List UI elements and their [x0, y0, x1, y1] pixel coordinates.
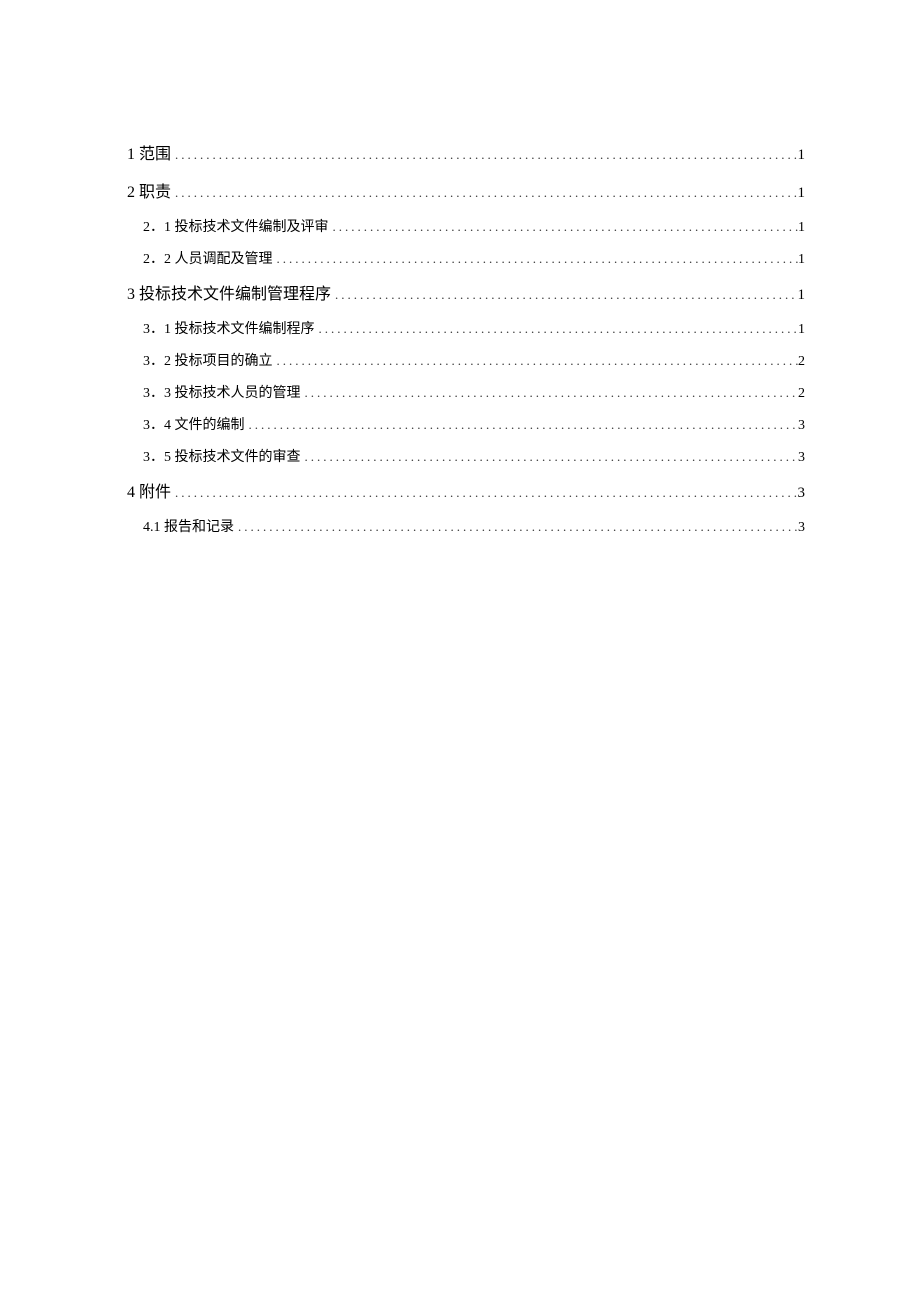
toc-entry: 3．4 文件的编制 3	[115, 414, 805, 434]
toc-label: 2．2 人员调配及管理	[143, 248, 273, 268]
toc-label: 3．5 投标技术文件的审查	[143, 446, 301, 466]
toc-page-number: 1	[798, 147, 806, 164]
toc-page-number: 2	[798, 354, 805, 370]
toc-label: 2 职责	[127, 178, 171, 202]
toc-label: 4 附件	[127, 478, 171, 502]
toc-entry: 2．2 人员调配及管理 1	[115, 248, 805, 268]
toc-entry: 3．2 投标项目的确立 2	[115, 350, 805, 370]
toc-label: 3．2 投标项目的确立	[143, 350, 273, 370]
toc-leader-dots	[329, 219, 799, 235]
toc-leader-dots	[245, 417, 799, 433]
toc-page-number: 3	[798, 418, 805, 434]
toc-leader-dots	[171, 485, 797, 501]
table-of-contents: 1 范围 1 2 职责 1 2．1 投标技术文件编制及评审 1 2．2 人员调配…	[115, 140, 805, 536]
toc-label: 1 范围	[127, 140, 171, 164]
toc-entry: 4 附件 3	[115, 478, 805, 502]
toc-leader-dots	[301, 449, 799, 465]
toc-leader-dots	[301, 385, 799, 401]
toc-page-number: 3	[798, 485, 806, 502]
toc-label: 3．1 投标技术文件编制程序	[143, 318, 315, 338]
toc-leader-dots	[273, 353, 799, 369]
toc-entry: 1 范围 1	[115, 140, 805, 164]
toc-entry: 2．1 投标技术文件编制及评审 1	[115, 216, 805, 236]
toc-page-number: 3	[798, 520, 805, 536]
toc-leader-dots	[171, 185, 797, 201]
toc-leader-dots	[273, 251, 799, 267]
toc-leader-dots	[315, 321, 799, 337]
toc-entry: 3 投标技术文件编制管理程序 1	[115, 280, 805, 304]
toc-leader-dots	[331, 287, 797, 303]
toc-page-number: 1	[798, 252, 805, 268]
toc-label: 3．3 投标技术人员的管理	[143, 382, 301, 402]
toc-label: 3．4 文件的编制	[143, 414, 245, 434]
toc-label: 2．1 投标技术文件编制及评审	[143, 216, 329, 236]
toc-page-number: 2	[798, 386, 805, 402]
toc-entry: 2 职责 1	[115, 178, 805, 202]
toc-page-number: 1	[798, 220, 805, 236]
toc-entry: 4.1 报告和记录 3	[115, 516, 805, 536]
toc-page-number: 3	[798, 450, 805, 466]
toc-entry: 3．3 投标技术人员的管理 2	[115, 382, 805, 402]
toc-entry: 3．5 投标技术文件的审查 3	[115, 446, 805, 466]
toc-label: 3 投标技术文件编制管理程序	[127, 280, 331, 304]
toc-entry: 3．1 投标技术文件编制程序 1	[115, 318, 805, 338]
toc-page-number: 1	[798, 322, 805, 338]
toc-leader-dots	[234, 519, 798, 535]
toc-leader-dots	[171, 147, 797, 163]
toc-label: 4.1 报告和记录	[143, 516, 234, 536]
toc-page-number: 1	[798, 287, 806, 304]
toc-page-number: 1	[798, 185, 806, 202]
